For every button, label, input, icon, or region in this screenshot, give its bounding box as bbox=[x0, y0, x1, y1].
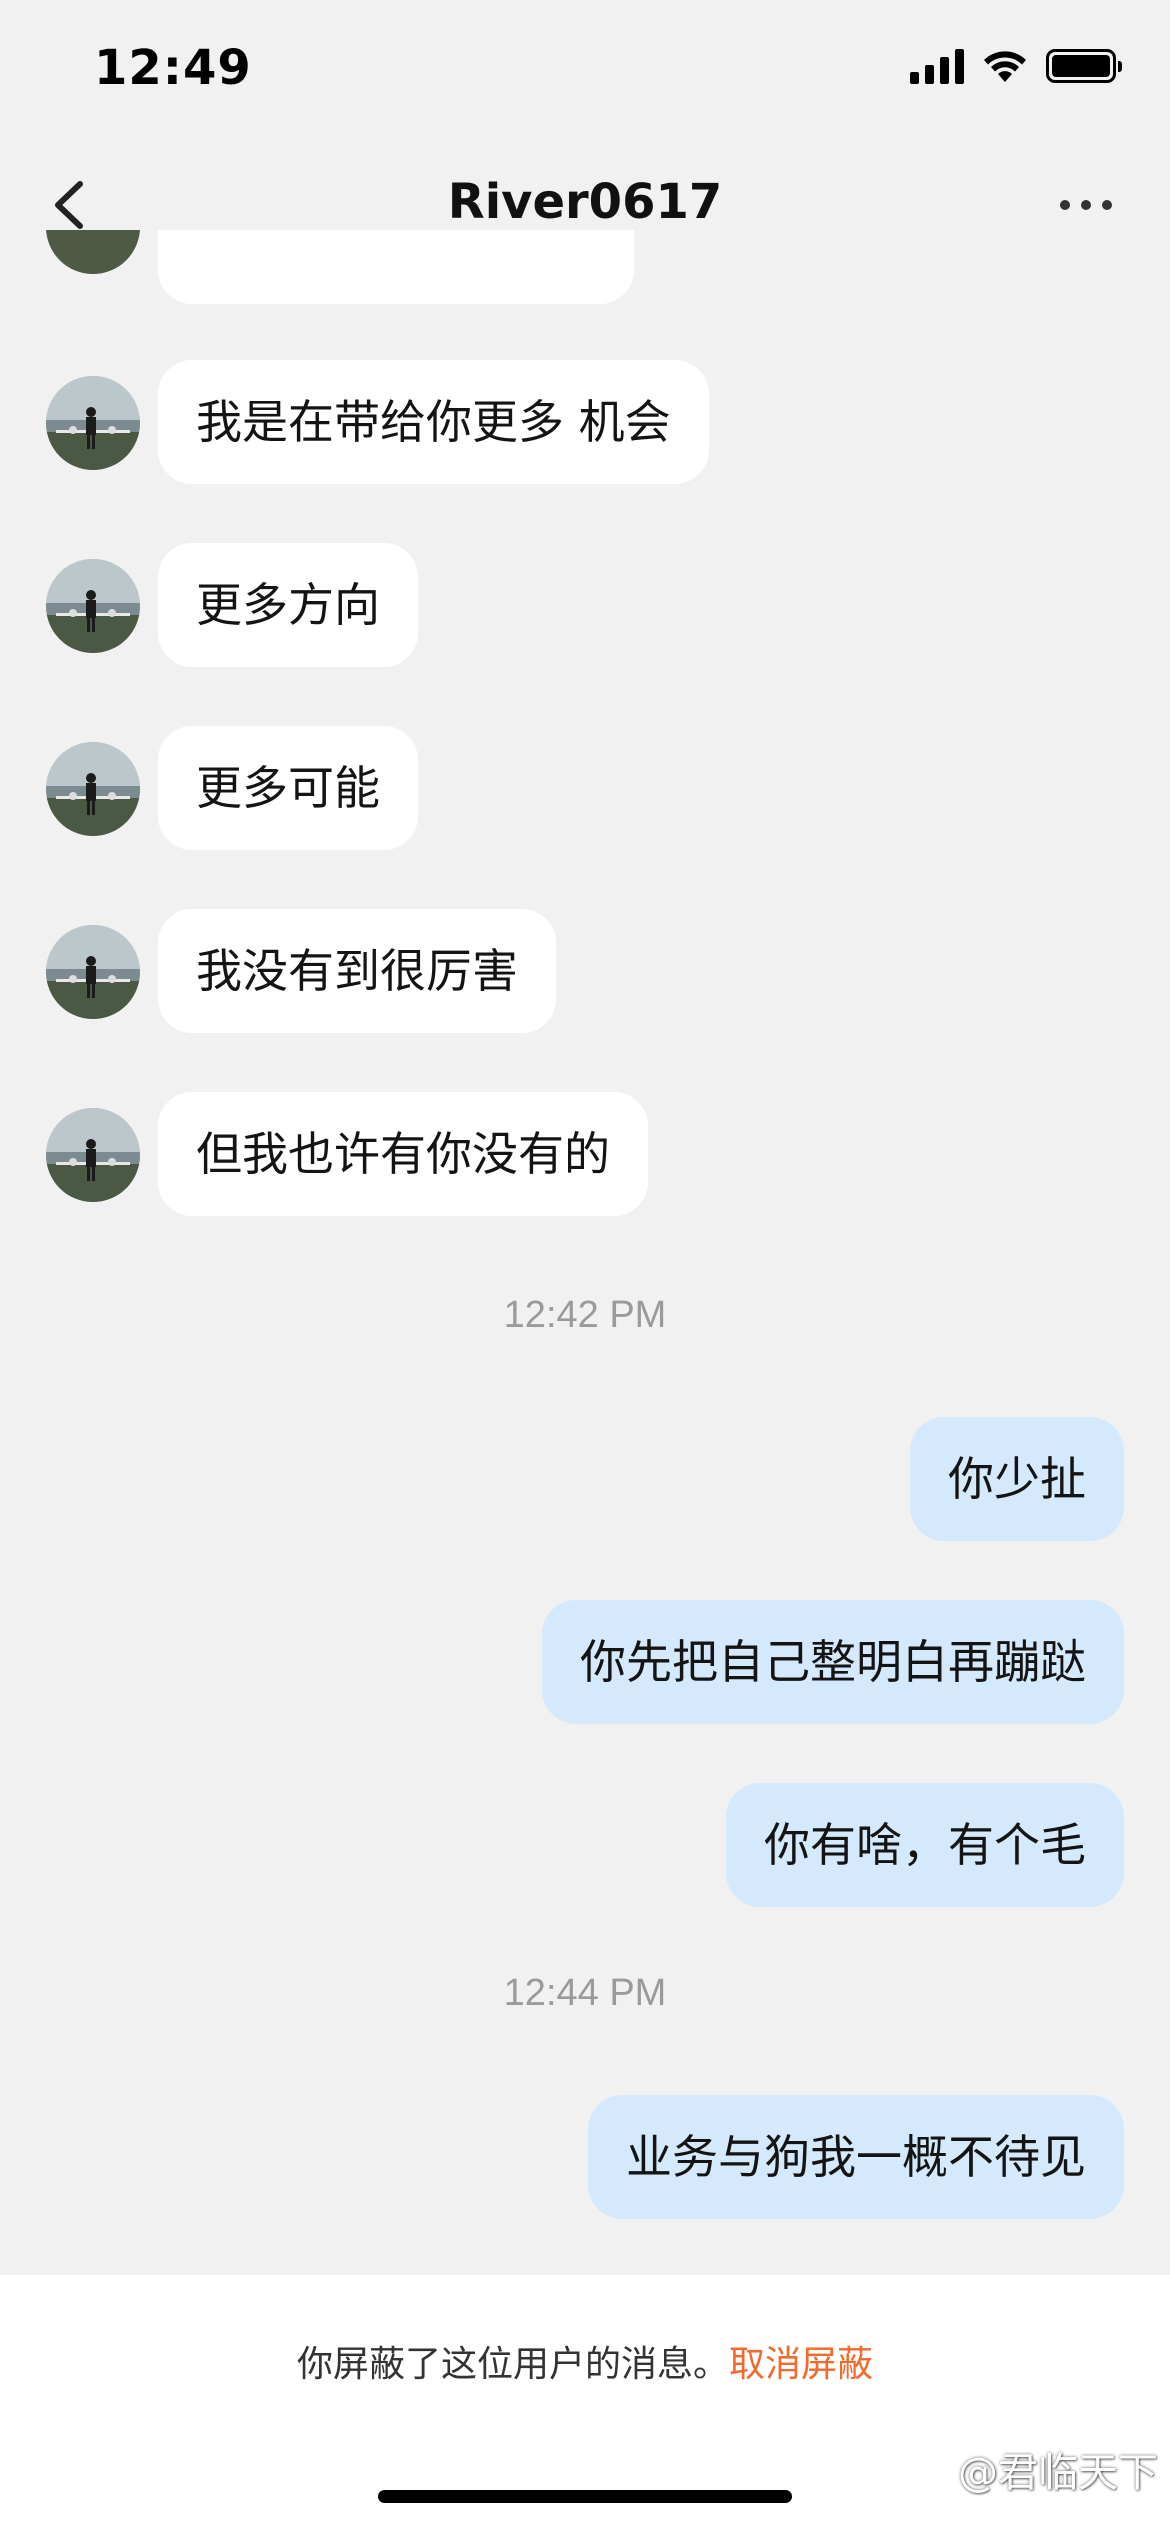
message-bubble[interactable]: 更多可能 bbox=[158, 726, 418, 850]
cellular-signal-icon bbox=[910, 48, 964, 84]
avatar[interactable] bbox=[46, 742, 140, 836]
watermark: @君临天下 bbox=[958, 2450, 1158, 2496]
message-bubble[interactable]: 我没有到很厉害 bbox=[158, 909, 556, 1033]
message-bubble-partial[interactable] bbox=[158, 230, 634, 304]
conversation-title: River0617 bbox=[447, 174, 723, 230]
message-bubble[interactable]: 业务与狗我一概不待见 bbox=[588, 2095, 1124, 2219]
home-indicator[interactable] bbox=[378, 2490, 792, 2503]
message-timestamp: 12:44 PM bbox=[503, 1972, 667, 2014]
message-bubble[interactable]: 你少扯 bbox=[910, 1417, 1124, 1541]
profile-photo bbox=[46, 376, 140, 470]
battery-icon bbox=[1046, 49, 1122, 83]
unblock-link[interactable]: 取消屏蔽 bbox=[729, 2344, 873, 2385]
wifi-icon bbox=[984, 51, 1026, 82]
message-bubble[interactable]: 你先把自己整明白再蹦跶 bbox=[542, 1600, 1124, 1724]
profile-photo bbox=[46, 742, 140, 836]
profile-photo bbox=[46, 925, 140, 1019]
status-bar: 12:49 bbox=[0, 0, 1170, 140]
message-bubble[interactable]: 更多方向 bbox=[158, 543, 418, 667]
profile-photo bbox=[46, 559, 140, 653]
profile-photo bbox=[46, 1108, 140, 1202]
avatar[interactable] bbox=[46, 230, 140, 274]
chat-list[interactable]: 我是在带给你更多 机会 更多方向 更多可能 我没有到很厉害 但我也许有你没有的 … bbox=[0, 230, 1170, 2275]
message-bubble[interactable]: 我是在带给你更多 机会 bbox=[158, 360, 709, 484]
status-icons bbox=[910, 48, 1122, 84]
status-time: 12:49 bbox=[94, 40, 252, 96]
avatar[interactable] bbox=[46, 925, 140, 1019]
avatar[interactable] bbox=[46, 1108, 140, 1202]
avatar[interactable] bbox=[46, 559, 140, 653]
message-bubble[interactable]: 但我也许有你没有的 bbox=[158, 1092, 648, 1216]
message-bubble[interactable]: 你有啥，有个毛 bbox=[726, 1783, 1124, 1907]
blocked-notice-text: 你屏蔽了这位用户的消息。 bbox=[296, 2344, 729, 2385]
blocked-notice: 你屏蔽了这位用户的消息。取消屏蔽 bbox=[0, 2335, 1170, 2387]
message-timestamp: 12:42 PM bbox=[503, 1294, 667, 1336]
more-horizontal-icon bbox=[1060, 200, 1070, 210]
avatar[interactable] bbox=[46, 376, 140, 470]
